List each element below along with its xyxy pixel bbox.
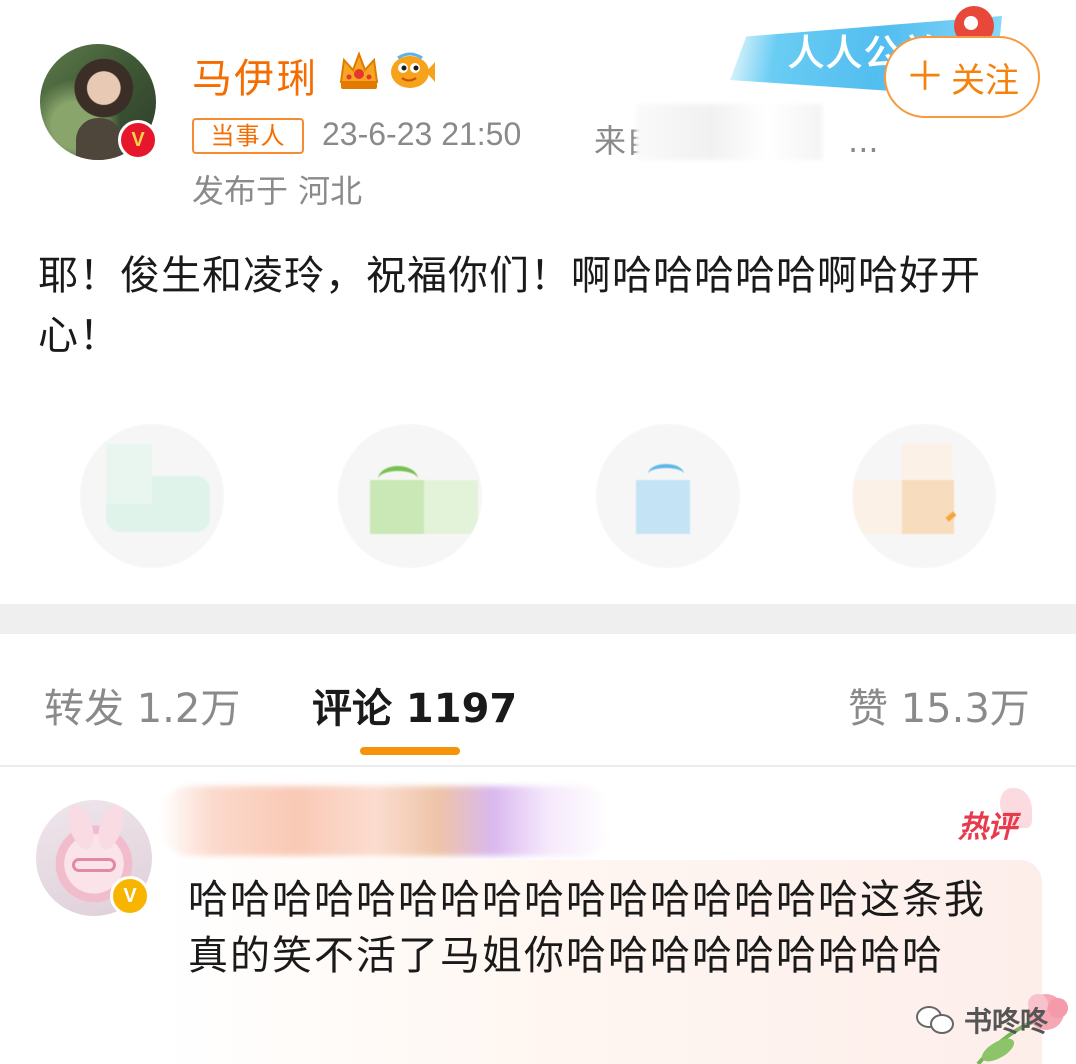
author-name[interactable]: 马伊琍	[192, 46, 318, 104]
verified-badge-icon: V	[118, 120, 158, 160]
hot-comment-badge: 热评	[958, 810, 1017, 845]
post-location: 发布于 河北	[192, 172, 363, 210]
avatar-figure	[76, 118, 122, 160]
party-badge: 当事人	[192, 118, 304, 154]
qq-icon	[636, 480, 690, 534]
plus-icon: ＋	[905, 54, 945, 100]
wechat-logo-icon	[916, 1004, 956, 1036]
post-text: 耶！俊生和凌玲，祝福你们！啊哈哈哈哈哈啊哈好开心！	[38, 253, 981, 359]
tabs-bottom-line	[0, 765, 1076, 767]
comment-text: 哈哈哈哈哈哈哈哈哈哈哈哈哈哈哈哈这条我真的笑不活了马姐你哈哈哈哈哈哈哈哈哈	[188, 877, 986, 979]
watermark-text: 书咚咚	[964, 1005, 1049, 1038]
tab-comment[interactable]: 评论 1197	[312, 676, 517, 734]
weibo-icon	[902, 480, 954, 534]
avatar-glasses	[72, 858, 116, 872]
weibo-icon-left	[854, 480, 902, 534]
share-weibo-button[interactable]	[852, 424, 996, 568]
commenter-verified-icon: V	[110, 876, 150, 916]
fish-icon	[391, 52, 435, 88]
source-ellipsis: ...	[848, 122, 879, 160]
weibo-icon-top	[902, 444, 952, 480]
share-row	[0, 420, 1076, 580]
follow-label: 关注	[951, 60, 1019, 101]
share-qq-button[interactable]	[596, 424, 740, 568]
moments-icon-part	[424, 480, 478, 534]
wechat-icon-part	[106, 444, 152, 504]
avatar-ear-left	[63, 801, 99, 853]
moments-arc	[378, 466, 418, 492]
share-moments-button[interactable]	[338, 424, 482, 568]
qq-arc	[648, 464, 684, 484]
crown-icon	[339, 51, 379, 89]
section-divider	[0, 604, 1076, 634]
post-time: 23-6-23 21:50	[322, 116, 522, 152]
tab-like[interactable]: 赞 15.3万	[848, 676, 1030, 734]
active-tab-indicator	[360, 747, 460, 755]
watermark: 书咚咚	[916, 1000, 1048, 1040]
blurred-source-mask	[636, 104, 822, 160]
share-wechat-button[interactable]	[80, 424, 224, 568]
avatar-ear-right	[93, 801, 129, 853]
tab-repost[interactable]: 转发 1.2万	[44, 676, 240, 734]
follow-button[interactable]: ＋ 关注	[884, 36, 1040, 118]
blurred-commenter-name	[160, 786, 610, 856]
